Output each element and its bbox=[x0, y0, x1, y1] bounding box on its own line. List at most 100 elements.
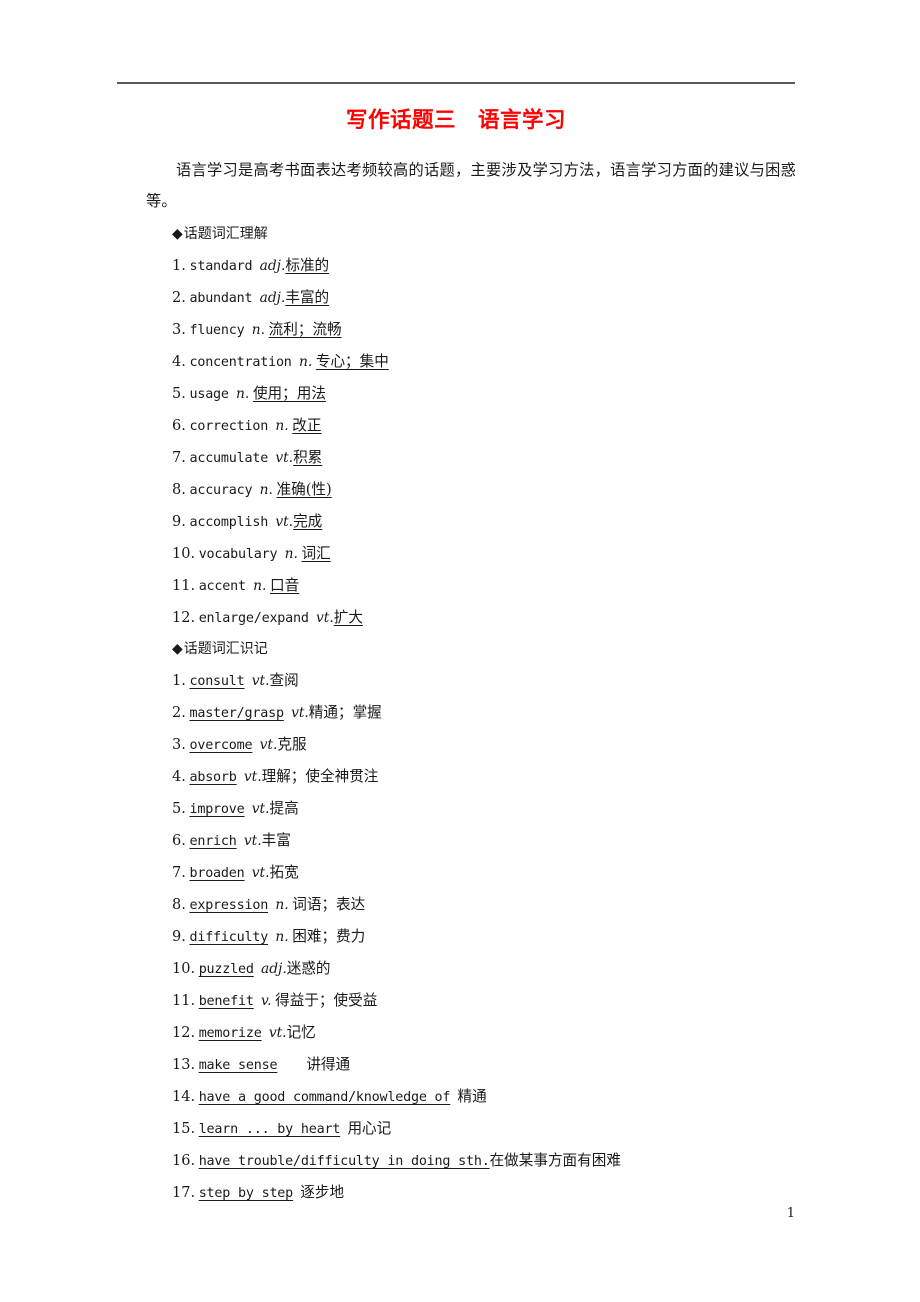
entry-chinese-gloss: 标准的 bbox=[285, 257, 330, 274]
entry-part-of-speech: n. bbox=[259, 482, 273, 498]
entry-chinese-gloss: 理解；使全神贯注 bbox=[261, 768, 379, 785]
entry-number: 11. bbox=[172, 578, 196, 594]
entry-english-term: correction bbox=[189, 419, 269, 434]
entry-chinese-gloss: 口音 bbox=[270, 577, 300, 594]
entry-chinese-gloss: 丰富的 bbox=[285, 289, 330, 306]
entry-number: 3. bbox=[172, 737, 186, 753]
vocab-entry: 1. standard adj.标准的 bbox=[146, 250, 796, 282]
entry-chinese-gloss: 用心记 bbox=[347, 1120, 392, 1137]
entry-chinese-gloss: 丰富 bbox=[261, 832, 291, 849]
vocab-entry: 4. absorb vt.理解；使全神贯注 bbox=[146, 761, 796, 793]
entry-english-term: accomplish bbox=[189, 515, 269, 530]
entry-english-term: consult bbox=[189, 674, 245, 689]
vocab-entry: 16. have trouble/difficulty in doing sth… bbox=[146, 1145, 796, 1177]
entry-part-of-speech: vt. bbox=[243, 769, 262, 785]
sections-container: ◆话题词汇理解 1. standard adj.标准的 2. abundant ad… bbox=[146, 219, 796, 1209]
entry-english-term: enrich bbox=[189, 834, 237, 849]
entry-chinese-gloss: 迷惑的 bbox=[286, 960, 331, 977]
entry-part-of-speech: vt. bbox=[316, 610, 334, 626]
header-rule bbox=[117, 82, 795, 84]
entry-english-term: usage bbox=[189, 387, 229, 402]
entry-chinese-gloss: 准确(性) bbox=[276, 481, 332, 498]
entry-chinese-gloss: 记忆 bbox=[286, 1024, 316, 1041]
entry-number: 7. bbox=[172, 450, 186, 466]
entry-english-term: fluency bbox=[189, 323, 245, 338]
entry-english-term: overcome bbox=[189, 738, 253, 753]
entry-part-of-speech: n. bbox=[298, 354, 313, 370]
vocab-section: ◆话题词汇理解 1. standard adj.标准的 2. abundant ad… bbox=[146, 219, 796, 634]
vocab-entry: 4. concentration n. 专心；集中 bbox=[146, 346, 796, 378]
vocab-entry: 11. benefit v. 得益于；使受益 bbox=[146, 985, 796, 1017]
entry-english-term: accent bbox=[198, 579, 246, 594]
page-title: 写作话题三 语言学习 bbox=[345, 108, 566, 133]
entry-part-of-speech: n. bbox=[284, 546, 298, 562]
vocab-entry: 6. correction n. 改正 bbox=[146, 410, 796, 442]
entry-number: 10. bbox=[172, 961, 196, 977]
section-heading-label: 话题词汇理解 bbox=[183, 226, 268, 242]
entry-english-term: expression bbox=[189, 898, 269, 913]
entry-english-term: abundant bbox=[189, 291, 253, 306]
entry-chinese-gloss: 精通 bbox=[457, 1088, 487, 1105]
vocab-entry: 14. have a good command/knowledge of 精通 bbox=[146, 1081, 796, 1113]
vocab-entry: 1. consult vt.查阅 bbox=[146, 665, 796, 697]
entry-number: 11. bbox=[172, 993, 196, 1009]
section-heading-label: 话题词汇识记 bbox=[183, 641, 268, 657]
entry-english-term: accumulate bbox=[189, 451, 269, 466]
entry-number: 5. bbox=[172, 386, 186, 402]
entry-english-term: absorb bbox=[189, 770, 237, 785]
vocab-entry: 9. accomplish vt.完成 bbox=[146, 506, 796, 538]
entry-english-term: step by step bbox=[198, 1186, 294, 1201]
intro-paragraph: 语言学习是高考书面表达考频较高的话题，主要涉及学习方法，语言学习方面的建议与困惑… bbox=[146, 161, 796, 210]
entry-english-term: enlarge/expand bbox=[198, 611, 309, 626]
entry-part-of-speech: n. bbox=[275, 929, 289, 945]
vocab-entry: 17. step by step 逐步地 bbox=[146, 1177, 796, 1209]
entry-number: 4. bbox=[172, 354, 186, 370]
entry-part-of-speech: n. bbox=[275, 418, 289, 434]
entry-english-term: make sense bbox=[198, 1058, 278, 1073]
vocab-entry: 15. learn ... by heart 用心记 bbox=[146, 1113, 796, 1145]
entry-part-of-speech: vt. bbox=[251, 865, 270, 881]
vocab-entry: 2. abundant adj.丰富的 bbox=[146, 282, 796, 314]
vocab-entry: 3. overcome vt.克服 bbox=[146, 729, 796, 761]
entry-chinese-gloss: 词汇 bbox=[301, 545, 331, 562]
vocab-entry: 9. difficulty n. 困难；费力 bbox=[146, 921, 796, 953]
entry-part-of-speech: n. bbox=[236, 386, 250, 402]
entry-english-term: accuracy bbox=[189, 483, 253, 498]
entry-number: 9. bbox=[172, 514, 186, 530]
entry-chinese-gloss: 查阅 bbox=[269, 672, 299, 689]
entry-english-term: vocabulary bbox=[198, 547, 278, 562]
entry-part-of-speech: n. bbox=[275, 897, 289, 913]
entry-chinese-gloss: 讲得通 bbox=[306, 1056, 351, 1073]
entry-part-of-speech: adj. bbox=[260, 961, 287, 977]
entry-number: 4. bbox=[172, 769, 186, 785]
entry-english-term: have trouble/difficulty in doing sth. bbox=[198, 1154, 490, 1169]
entry-english-term: benefit bbox=[198, 994, 254, 1009]
entry-chinese-gloss: 得益于；使受益 bbox=[275, 992, 378, 1009]
entry-number: 10. bbox=[172, 546, 196, 562]
entry-number: 2. bbox=[172, 290, 186, 306]
entry-chinese-gloss: 拓宽 bbox=[269, 864, 299, 881]
vocab-section: ◆话题词汇识记 1. consult vt.查阅 2. master/grasp v… bbox=[146, 634, 796, 1209]
entry-part-of-speech: vt. bbox=[275, 514, 294, 530]
entry-number: 3. bbox=[172, 322, 186, 338]
entry-part-of-speech: adj. bbox=[259, 290, 286, 306]
entry-english-term: have a good command/knowledge of bbox=[198, 1090, 451, 1105]
vocab-entry: 11. accent n. 口音 bbox=[146, 570, 796, 602]
entry-part-of-speech: adj. bbox=[259, 258, 286, 274]
entry-number: 6. bbox=[172, 833, 186, 849]
vocab-entry: 8. expression n. 词语；表达 bbox=[146, 889, 796, 921]
entry-chinese-gloss: 克服 bbox=[277, 736, 307, 753]
entry-chinese-gloss: 逐步地 bbox=[300, 1184, 345, 1201]
entry-part-of-speech: vt. bbox=[251, 801, 270, 817]
vocab-entry: 6. enrich vt.丰富 bbox=[146, 825, 796, 857]
vocab-entry: 12. memorize vt.记忆 bbox=[146, 1017, 796, 1049]
entry-chinese-gloss: 精通；掌握 bbox=[308, 704, 382, 721]
entry-number: 8. bbox=[172, 897, 186, 913]
entry-number: 1. bbox=[172, 258, 186, 274]
entry-english-term: master/grasp bbox=[189, 706, 284, 721]
entry-english-term: memorize bbox=[198, 1026, 262, 1041]
entry-part-of-speech: vt. bbox=[275, 450, 294, 466]
page-number: 1 bbox=[786, 1206, 795, 1221]
vocab-entry: 7. accumulate vt.积累 bbox=[146, 442, 796, 474]
diamond-bullet-icon: ◆ bbox=[172, 641, 183, 657]
